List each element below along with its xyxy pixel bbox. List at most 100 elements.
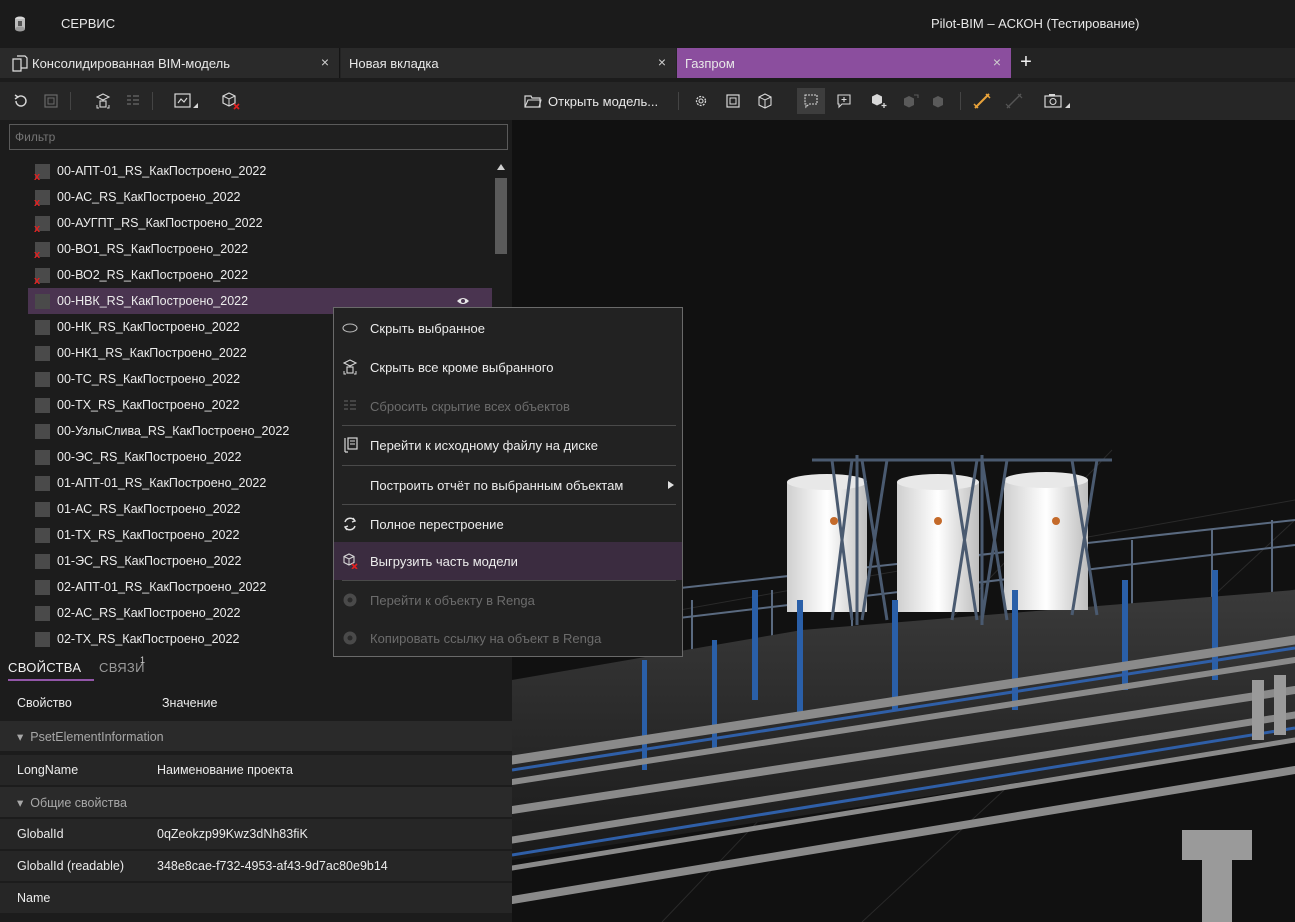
- refresh-button[interactable]: [10, 88, 32, 114]
- hide-others-icon: [95, 93, 111, 109]
- visibility-checkbox[interactable]: x: [34, 215, 50, 234]
- property-row[interactable]: Name: [0, 883, 512, 913]
- tab-close-icon[interactable]: ×: [321, 54, 329, 70]
- visibility-checkbox[interactable]: [35, 553, 50, 569]
- visibility-checkbox[interactable]: [35, 345, 50, 361]
- frame-icon: [44, 94, 58, 108]
- measure-button[interactable]: [970, 88, 994, 114]
- properties-header: Свойство Значение: [0, 688, 512, 718]
- add-object-button[interactable]: [867, 88, 891, 114]
- export-part-button[interactable]: [220, 88, 242, 114]
- tab-new[interactable]: Новая вкладка ×: [341, 48, 676, 78]
- excluded-mark-icon: x: [34, 274, 41, 287]
- toolbar-separator: [678, 92, 679, 110]
- rebuild-icon: [343, 517, 357, 531]
- visibility-checkbox[interactable]: [35, 605, 50, 621]
- group-pset-element-information[interactable]: ▾ PsetElementInformation: [0, 721, 512, 751]
- scroll-thumb[interactable]: [495, 178, 507, 254]
- property-row[interactable]: LongName Наименование проекта: [0, 755, 512, 785]
- isolate-button[interactable]: [40, 88, 62, 114]
- reset-hidden-button[interactable]: [122, 88, 144, 114]
- property-row[interactable]: GlobalId 0qZeokzp99Kwz3dNh83fiK: [0, 819, 512, 849]
- menu-build-report[interactable]: Построить отчёт по выбранным объектам: [334, 466, 682, 504]
- open-model-button[interactable]: Открыть модель...: [524, 90, 658, 112]
- property-value: 0qZeokzp99Kwz3dNh83fiK: [157, 827, 308, 841]
- visibility-checkbox[interactable]: [35, 371, 50, 387]
- visibility-checkbox[interactable]: x: [34, 189, 50, 208]
- excluded-mark-icon: x: [34, 196, 41, 209]
- group-title: PsetElementInformation: [30, 729, 164, 744]
- tab-close-icon[interactable]: ×: [993, 54, 1001, 70]
- remove-object-button[interactable]: [928, 88, 952, 114]
- visibility-checkbox[interactable]: [35, 293, 50, 309]
- menu-export-model-part[interactable]: Выгрузить часть модели: [334, 542, 682, 580]
- menu-hide-selected[interactable]: Скрыть выбранное: [334, 309, 682, 347]
- tree-item-label: 02-АПТ-01_RS_КакПостроено_2022: [57, 580, 267, 594]
- visibility-checkbox[interactable]: [35, 501, 50, 517]
- scroll-up-arrow-icon[interactable]: [497, 164, 505, 170]
- tree-item-label: 01-ТХ_RS_КакПостроено_2022: [57, 528, 240, 542]
- excluded-mark-icon: x: [34, 170, 41, 183]
- visibility-checkbox[interactable]: [35, 423, 50, 439]
- tree-item[interactable]: x 00-АПТ-01_RS_КакПостроено_2022: [28, 158, 492, 184]
- header-value: Значение: [162, 696, 218, 710]
- visibility-checkbox[interactable]: [35, 319, 50, 335]
- view-dropdown-button[interactable]: [172, 88, 202, 114]
- section-box-button[interactable]: [753, 88, 777, 114]
- tree-item-label: 00-ТС_RS_КакПостроено_2022: [57, 372, 241, 386]
- add-tab-button[interactable]: +: [1014, 48, 1038, 78]
- tree-item-label: 00-НВК_RS_КакПостроено_2022: [57, 294, 249, 308]
- filter-input[interactable]: [9, 124, 508, 150]
- menu-item-label: Перейти к объекту в Renga: [370, 592, 535, 608]
- group-title: Общие свойства: [30, 795, 127, 810]
- cube-remove-icon: [933, 96, 943, 108]
- menu-full-rebuild[interactable]: Полное перестроение: [334, 505, 682, 543]
- tab-close-icon[interactable]: ×: [658, 54, 666, 70]
- isolate-view-button[interactable]: [721, 88, 745, 114]
- eye-icon[interactable]: [456, 296, 470, 306]
- tree-item[interactable]: x 00-АС_RS_КакПостроено_2022: [28, 184, 492, 210]
- document-icon: [12, 54, 28, 72]
- menu-hide-all-except-selected[interactable]: Скрыть все кроме выбранного: [334, 348, 682, 386]
- add-comment-button[interactable]: [832, 88, 856, 114]
- visibility-checkbox[interactable]: [35, 397, 50, 413]
- screenshot-button[interactable]: [1042, 88, 1076, 114]
- menu-go-to-renga-object: Перейти к объекту в Renga: [334, 581, 682, 619]
- tab-consolidated-bim[interactable]: Консолидированная BIM-модель ×: [0, 48, 340, 78]
- visibility-checkbox[interactable]: x: [34, 163, 50, 182]
- tree-item[interactable]: x 00-АУГПТ_RS_КакПостроено_2022: [28, 210, 492, 236]
- property-row[interactable]: GlobalId (readable) 348e8cae-f732-4953-a…: [0, 851, 512, 881]
- tree-item[interactable]: x 00-ВО1_RS_КакПостроено_2022: [28, 236, 492, 262]
- model-tree-toolbar: [0, 82, 512, 120]
- tree-item-label: 01-АПТ-01_RS_КакПостроено_2022: [57, 476, 267, 490]
- visibility-checkbox[interactable]: [35, 527, 50, 543]
- tab-properties[interactable]: СВОЙСТВА: [8, 660, 81, 675]
- menu-service[interactable]: СЕРВИС: [61, 16, 115, 31]
- visibility-checkbox[interactable]: [35, 631, 50, 647]
- settings-button[interactable]: [689, 88, 713, 114]
- renga-icon: [343, 593, 357, 607]
- window-title: Pilot-BIM – АСКОН (Тестирование): [931, 16, 1140, 31]
- camera-icon: [1044, 94, 1070, 108]
- cube-icon: [758, 93, 772, 109]
- tree-item[interactable]: x 00-ВО2_RS_КакПостроено_2022: [28, 262, 492, 288]
- tree-item-label: 00-ВО2_RS_КакПостроено_2022: [57, 268, 249, 282]
- menu-go-to-source-file[interactable]: Перейти к исходному файлу на диске: [334, 426, 682, 464]
- measure-clear-button[interactable]: [1002, 88, 1026, 114]
- tab-links[interactable]: СВЯЗИ: [99, 660, 145, 675]
- visibility-checkbox[interactable]: [35, 475, 50, 491]
- comment-button[interactable]: [797, 88, 825, 114]
- move-object-button[interactable]: [899, 88, 923, 114]
- excluded-mark-icon: x: [34, 248, 41, 261]
- tab-label: Консолидированная BIM-модель: [32, 55, 231, 71]
- visibility-checkbox[interactable]: [35, 579, 50, 595]
- property-key: Name: [17, 891, 51, 905]
- visibility-checkbox[interactable]: [35, 449, 50, 465]
- visibility-checkbox[interactable]: x: [34, 267, 50, 286]
- group-common-properties[interactable]: ▾ Общие свойства: [0, 787, 512, 817]
- visibility-checkbox[interactable]: x: [34, 241, 50, 260]
- tab-gazprom[interactable]: Газпром ×: [677, 48, 1011, 78]
- tree-item-label: 02-ТХ_RS_КакПостроено_2022: [57, 632, 240, 646]
- gear-icon: [695, 95, 707, 107]
- hide-all-except-button[interactable]: [92, 88, 114, 114]
